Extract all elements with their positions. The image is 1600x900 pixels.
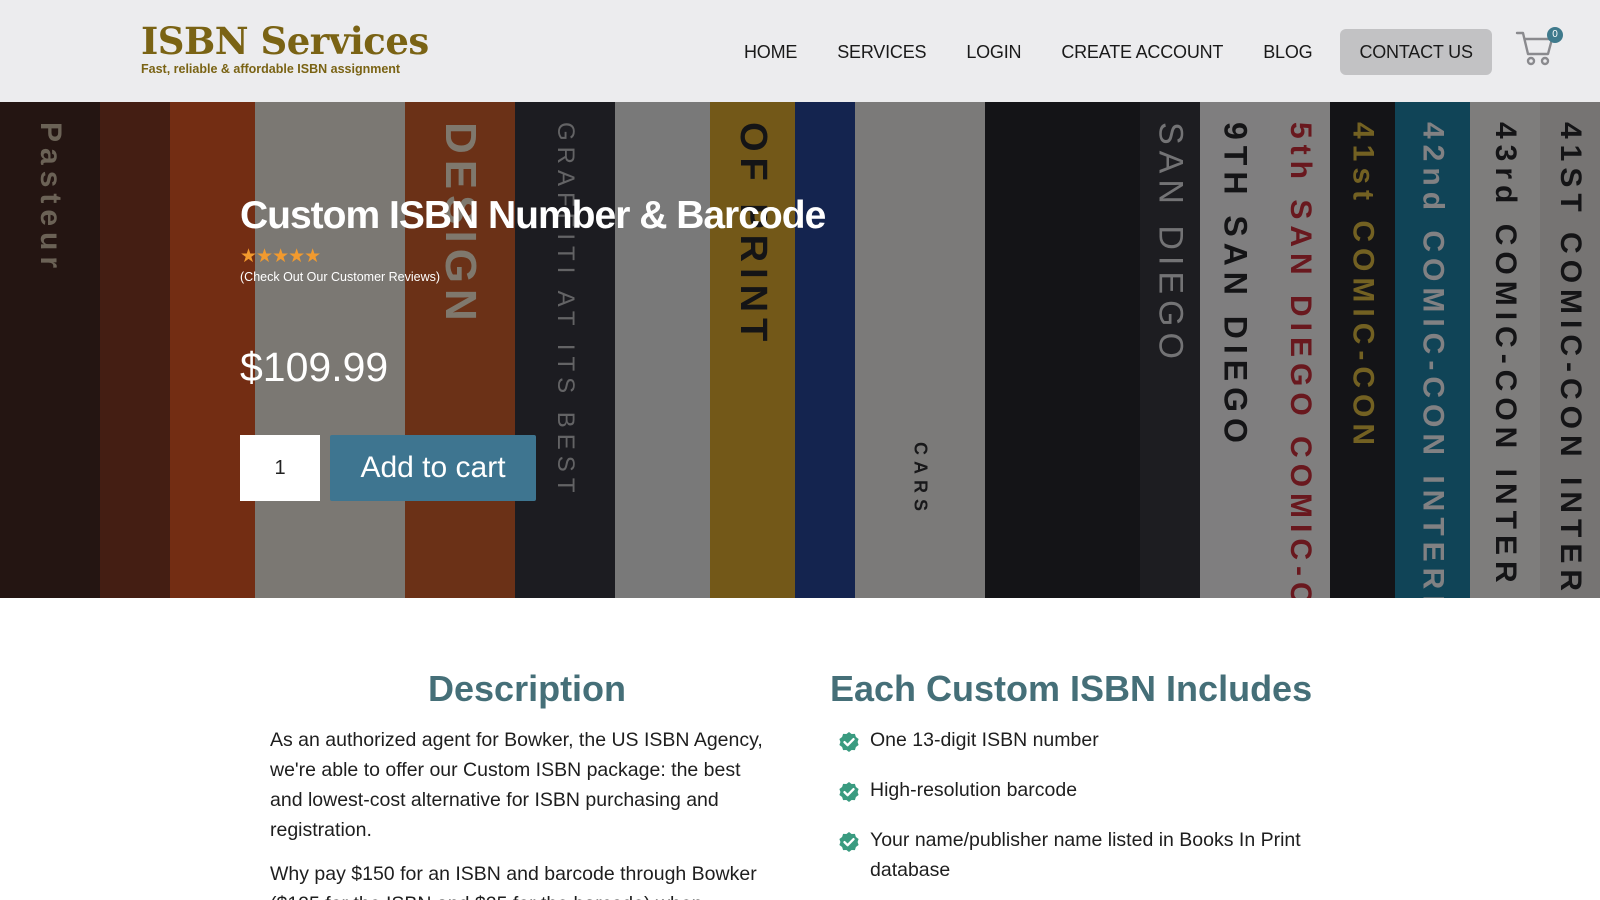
product-hero: Pasteur DESIGN GRAFFITI AT ITS BEST OF P… [0,102,1600,598]
quantity-input[interactable] [240,435,320,501]
customer-reviews-link[interactable]: (Check Out Our Customer Reviews) [240,270,440,284]
shopping-cart-icon[interactable]: 0 [1515,27,1563,71]
rating-stars-icon: ★★★★★ [240,246,321,267]
product-price: $109.99 [240,344,389,390]
list-item: Your name/publisher name listed in Books… [838,825,1318,885]
main-nav: HOME SERVICES LOGIN CREATE ACCOUNT BLOG … [724,29,1492,75]
check-badge-icon [839,732,859,752]
description-heading: Description [428,668,627,709]
check-badge-icon [839,782,859,802]
nav-contact-us[interactable]: CONTACT US [1340,29,1492,75]
nav-services[interactable]: SERVICES [817,29,946,75]
cart-count-badge: 0 [1547,27,1563,43]
description-paragraph: Why pay $150 for an ISBN and barcode thr… [270,863,757,900]
product-title: Custom ISBN Number & Barcode [240,194,826,237]
include-text: One 13-digit ISBN number [870,729,1099,751]
add-to-cart-button[interactable]: Add to cart [330,435,536,501]
nav-home[interactable]: HOME [724,29,817,75]
includes-list: One 13-digit ISBN number High-resolution… [838,725,1318,900]
list-item: One 13-digit ISBN number [838,725,1318,755]
includes-heading: Each Custom ISBN Includes [830,668,1313,709]
nav-create-account[interactable]: CREATE ACCOUNT [1041,29,1243,75]
include-text: High-resolution barcode [870,779,1078,801]
nav-blog[interactable]: BLOG [1243,29,1332,75]
nav-login[interactable]: LOGIN [946,29,1041,75]
logo-tagline: Fast, reliable & affordable ISBN assignm… [141,62,401,76]
site-header: ISBN Services Fast, reliable & affordabl… [0,0,1600,102]
logo-title: ISBN Services [141,19,429,63]
check-badge-icon [839,832,859,852]
description-paragraph: As an authorized agent for Bowker, the U… [270,729,763,841]
include-text: Your name/publisher name listed in Books… [870,829,1301,881]
site-logo[interactable]: ISBN Services Fast, reliable & affordabl… [141,20,429,76]
list-item: High-resolution barcode [838,775,1318,805]
